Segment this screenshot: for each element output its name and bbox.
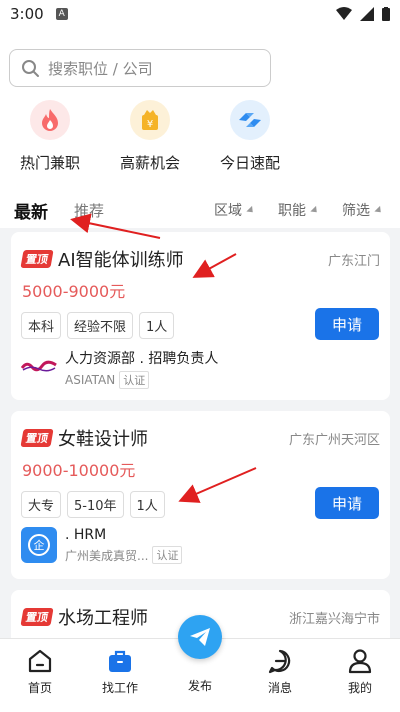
message-icon [268,649,291,674]
filter-label: 职能 [278,203,306,219]
battery-icon [382,7,390,21]
company-info[interactable]: 人力资源部 . 招聘负责人 ASIATAN 认证 [21,348,218,389]
status-time: 3:00 [10,5,44,23]
status-bar: 3:00 A [0,0,400,28]
filter-function[interactable]: 职能 [278,200,320,220]
dropdown-triangle-icon [246,205,256,215]
job-card[interactable]: 置顶 AI智能体训练师 广东江门 5000-9000元 本科 经验不限 1人 申请 人… [11,232,390,400]
dropdown-triangle-icon [310,205,320,215]
svg-text:企: 企 [34,538,45,552]
company-role: . HRM [65,527,107,543]
company-role: 人力资源部 . 招聘负责人 [65,351,219,367]
nav-publish[interactable]: 发布 [170,673,230,694]
job-tag: 1人 [129,491,165,518]
search-input[interactable]: 搜索职位 / 公司 [9,49,271,87]
pinned-badge: 置顶 [20,250,54,268]
quick-hot-parttime[interactable]: 热门兼职 [0,100,100,173]
nav-home[interactable]: 首页 [10,647,70,696]
job-title: AI智能体训练师 [58,250,184,271]
nav-label: 消息 [267,681,292,695]
verified-badge: 认证 [152,546,183,564]
status-icons [336,7,390,21]
company-logo [21,348,57,384]
user-icon [348,649,372,674]
job-card[interactable]: 置顶 女鞋设计师 广东广州天河区 9000-10000元 大专 5-10年 1人 申请… [11,411,390,579]
job-tag: 经验不限 [67,312,134,339]
paper-plane-icon [190,628,210,646]
job-tag: 大专 [21,491,62,518]
nav-label: 找工作 [101,681,138,695]
filter-area[interactable]: 区域 [214,200,256,220]
quick-label: 热门兼职 [19,154,80,172]
quick-label: 高薪机会 [119,154,180,172]
nav-jobs[interactable]: 找工作 [90,647,150,696]
nav-mine[interactable]: 我的 [330,647,390,696]
wifi-icon [336,7,352,20]
search-icon [22,60,39,77]
header-section: 搜索职位 / 公司 热门兼职 ¥ 高薪机会 今日速配 最新 推荐 区域 职能 筛… [0,28,400,228]
job-title-row: 置顶 AI智能体训练师 [20,246,184,272]
pinned-badge: 置顶 [20,608,54,626]
match-icon [230,100,270,140]
signal-icon [360,7,374,21]
filter-more[interactable]: 筛选 [342,200,384,220]
job-tags: 本科 经验不限 1人 [21,312,180,339]
pinned-badge: 置顶 [20,429,54,447]
job-salary: 9000-10000元 [22,461,136,480]
money-bag-icon: ¥ [130,100,170,140]
nav-messages[interactable]: 消息 [250,647,310,696]
job-tag: 5-10年 [67,491,124,518]
notification-app-icon: A [55,8,68,20]
nav-label: 首页 [27,681,52,695]
nav-label: 发布 [187,679,212,693]
verified-badge: 认证 [119,371,150,389]
filter-label: 区域 [214,203,242,219]
job-tag: 本科 [21,312,62,339]
filter-label: 筛选 [342,203,370,219]
quick-label: 今日速配 [219,154,280,172]
svg-text:¥: ¥ [147,119,153,130]
apply-button[interactable]: 申请 [315,487,379,519]
job-salary: 5000-9000元 [22,282,126,301]
search-placeholder: 搜索职位 / 公司 [48,59,153,78]
flame-icon [30,100,70,140]
tab-latest[interactable]: 最新 [14,198,48,223]
nav-label: 我的 [347,681,372,695]
company-name: 广州美成真贸... [65,548,149,563]
home-icon [28,649,52,673]
company-info[interactable]: 企 . HRM 广州美成真贸... 认证 [21,527,183,564]
job-location: 浙江嘉兴海宁市 [288,612,380,627]
company-logo: 企 [21,527,57,563]
company-name: ASIATAN [65,373,116,387]
job-title-row: 置顶 水场工程师 [20,604,148,630]
publish-button[interactable] [178,615,222,659]
job-location: 广东广州天河区 [288,433,380,448]
job-location: 广东江门 [327,254,380,269]
briefcase-icon [109,650,131,672]
job-tag: 1人 [139,312,175,339]
job-tags: 大专 5-10年 1人 [21,491,171,518]
quick-high-salary[interactable]: ¥ 高薪机会 [100,100,200,173]
job-title: 水场工程师 [58,608,148,629]
job-tabs: 最新 推荐 区域 职能 筛选 [0,192,400,228]
dropdown-triangle-icon [374,205,384,215]
apply-button[interactable]: 申请 [315,308,379,340]
tab-recommend[interactable]: 推荐 [74,200,104,221]
job-title-row: 置顶 女鞋设计师 [20,425,148,451]
quick-today-match[interactable]: 今日速配 [200,100,300,173]
job-title: 女鞋设计师 [58,429,148,450]
